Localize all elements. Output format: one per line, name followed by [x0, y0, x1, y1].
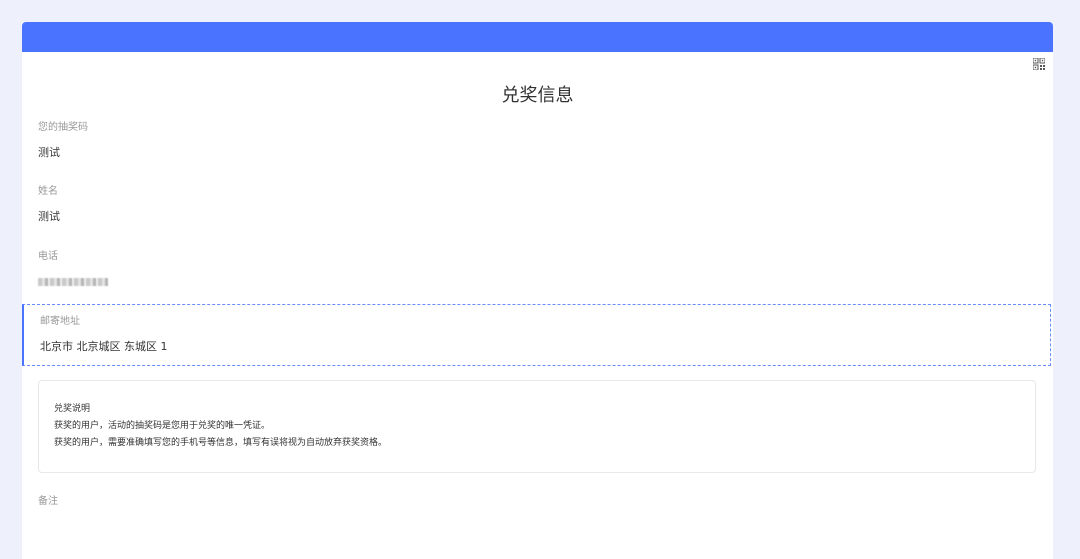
name-value[interactable]: 测试: [38, 209, 1053, 225]
qr-code-icon[interactable]: [1033, 58, 1045, 70]
lottery-code-value[interactable]: 测试: [38, 145, 1053, 161]
lottery-code-label: 您的抽奖码: [38, 122, 88, 133]
remark-label: 备注: [38, 496, 58, 507]
page-title: 兑奖信息: [501, 85, 574, 106]
redeem-notice: 兑奖说明 获奖的用户，活动的抽奖码是您用于兑奖的唯一凭证。 获奖的用户，需要准确…: [38, 380, 1036, 473]
address-value[interactable]: 北京市 北京城区 东城区 1: [40, 339, 1034, 355]
notice-title: 兑奖说明: [54, 404, 91, 414]
header-bar: [22, 22, 1053, 52]
lottery-code-field: 您的抽奖码 测试: [22, 121, 1053, 161]
notice-line: 获奖的用户，需要准确填写您的手机号等信息，填写有误将视为自动放弃获奖资格。: [54, 438, 388, 448]
phone-redacted-mask: [38, 278, 108, 286]
name-field: 姓名 测试: [22, 185, 1053, 225]
address-label: 邮寄地址: [40, 316, 80, 327]
address-field[interactable]: 邮寄地址 北京市 北京城区 东城区 1: [22, 304, 1051, 366]
phone-label: 电话: [38, 251, 58, 262]
phone-value[interactable]: [38, 274, 1053, 290]
phone-field: 电话: [22, 250, 1053, 290]
remark-field: 备注: [22, 495, 1053, 509]
notice-line: 获奖的用户，活动的抽奖码是您用于兑奖的唯一凭证。: [54, 421, 271, 431]
prize-info-card: 兑奖信息 您的抽奖码 测试 姓名 测试 电话 邮寄地址 北京市 北京城区 东城区…: [22, 22, 1053, 559]
name-label: 姓名: [38, 186, 58, 197]
